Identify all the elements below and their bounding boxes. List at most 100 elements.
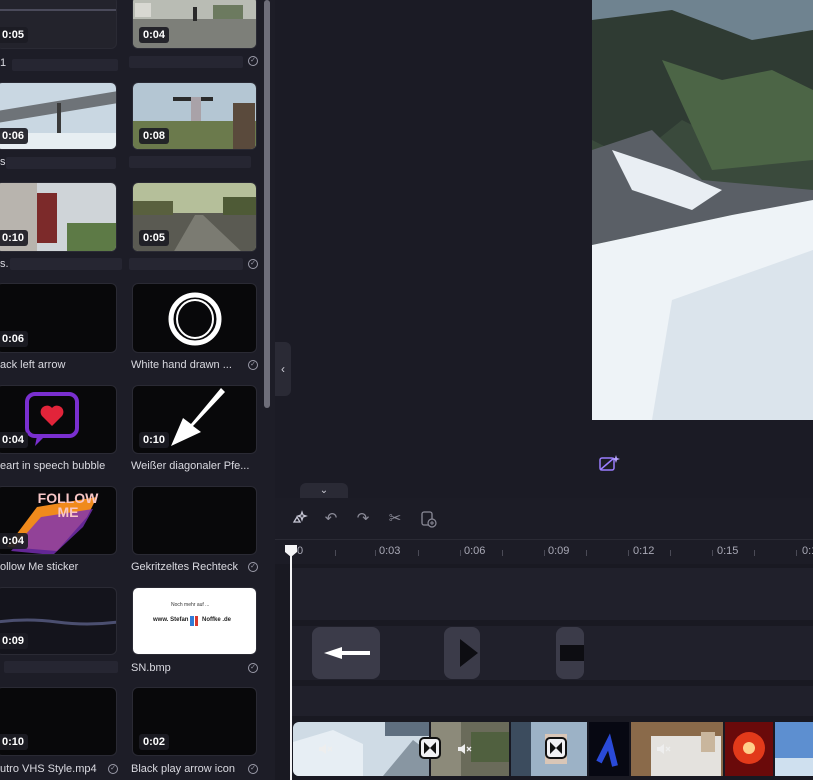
ruler-label: 0:12: [633, 545, 655, 557]
media-thumb[interactable]: 0:06: [0, 82, 117, 150]
playhead-handle-icon[interactable]: [284, 544, 298, 558]
caption-bar: [4, 661, 118, 673]
hand-drawn-circle-icon: [168, 292, 222, 346]
media-thumb[interactable]: 0:10: [0, 687, 117, 756]
media-caption: Weißer diagonaler Pfe...: [131, 460, 250, 472]
overlay-clip-arrow[interactable]: [312, 627, 380, 679]
media-thumb[interactable]: 0:04: [0, 385, 117, 454]
ruler-tick: [712, 550, 713, 556]
white-arrow-left-icon: [324, 647, 370, 659]
ruler-tick: [586, 550, 587, 556]
ruler-tick: [460, 550, 461, 556]
undo-icon[interactable]: ↶: [320, 508, 342, 530]
duration-badge: 0:10: [139, 432, 170, 448]
duration-badge: 0:06: [0, 331, 29, 347]
add-clip-icon[interactable]: [417, 508, 439, 530]
media-caption: Black play arrow icon: [131, 763, 235, 775]
checkmark-icon: ✓: [248, 360, 258, 370]
checkmark-icon: ✓: [248, 562, 258, 572]
timeline-track[interactable]: [290, 686, 813, 716]
logo-figure-icon: [190, 616, 198, 626]
collapse-library-button[interactable]: ‹: [275, 342, 291, 396]
media-thumb[interactable]: [132, 283, 257, 353]
video-clip[interactable]: [775, 722, 813, 776]
play-arrow-icon: [460, 639, 478, 667]
ruler-tick: [796, 550, 797, 556]
video-clip[interactable]: [631, 722, 723, 776]
overlay-clip-scribble[interactable]: [556, 627, 584, 679]
media-thumb[interactable]: 0:10: [0, 182, 117, 252]
media-thumb[interactable]: 0:05: [132, 182, 257, 252]
caption-bar: [129, 258, 243, 270]
duration-badge: 0:05: [139, 230, 170, 246]
caption-bar: [10, 258, 122, 270]
ruler-label: 0:06: [464, 545, 486, 557]
clip-thumb-sky: [775, 722, 813, 776]
redo-icon[interactable]: ↷: [352, 508, 374, 530]
media-thumb[interactable]: FOLLOW ME 0:04: [0, 486, 117, 555]
library-scrollbar[interactable]: [264, 0, 270, 408]
timeline-track[interactable]: [290, 568, 813, 620]
duration-badge: 0:10: [0, 734, 29, 750]
ruler-label: 0:15: [717, 545, 739, 557]
media-caption: SN.bmp: [131, 662, 171, 674]
checkmark-icon: ✓: [248, 56, 258, 66]
ruler-tick: [335, 550, 336, 556]
clip-thumb-dark-blue: [589, 722, 629, 776]
ruler-label: 0:1: [802, 545, 813, 557]
duration-badge: 0:10: [0, 230, 29, 246]
media-caption: eart in speech bubble: [0, 460, 106, 472]
scissors-icon[interactable]: ✂: [384, 508, 406, 530]
video-clip[interactable]: [725, 722, 773, 776]
scribble-rectangle-icon: [560, 645, 584, 661]
timeline-toggle-button[interactable]: ⌄: [300, 483, 348, 498]
media-thumb[interactable]: 0:10: [132, 385, 257, 454]
transition-icon[interactable]: [419, 737, 441, 759]
editor-root: 0:05 1 0:04 ✓ 0:06 s 0:08 0:10 s. 0:05 ✓…: [0, 0, 813, 780]
duration-badge: 0:06: [0, 128, 29, 144]
ruler-tick: [502, 550, 503, 556]
muted-audio-icon[interactable]: [317, 742, 333, 756]
ruler-label: 0:09: [548, 545, 570, 557]
checkmark-icon: ✓: [108, 764, 118, 774]
media-caption: Gekritzeltes Rechteck: [131, 561, 238, 573]
media-thumb[interactable]: 0:02: [132, 687, 257, 756]
timeline-toolbar: ↶ ↷ ✂: [275, 498, 813, 540]
media-thumb[interactable]: 0:05: [0, 0, 117, 49]
duration-badge: 0:02: [139, 734, 170, 750]
caption-bar: [129, 56, 243, 68]
media-thumb[interactable]: 0:06: [0, 283, 117, 353]
muted-audio-icon[interactable]: [655, 742, 671, 756]
video-clip[interactable]: [589, 722, 629, 776]
overlay-clip-play-arrow[interactable]: [444, 627, 480, 679]
media-caption: White hand drawn ...: [131, 359, 232, 371]
caption-bar: [6, 157, 116, 169]
checkmark-icon: ✓: [248, 764, 258, 774]
ruler-tick: [418, 550, 419, 556]
media-caption: utro VHS Style.mp4: [0, 763, 97, 775]
media-thumb[interactable]: [132, 486, 257, 555]
playhead-line[interactable]: [290, 552, 292, 780]
ruler-tick: [375, 550, 376, 556]
checkmark-icon: ✓: [248, 663, 258, 673]
clip-thumb-desk: [631, 722, 723, 776]
magic-wand-icon[interactable]: [288, 508, 310, 530]
media-thumb[interactable]: 0:08: [132, 82, 257, 150]
duration-badge: 0:05: [0, 27, 29, 43]
media-thumb[interactable]: 0:09: [0, 587, 117, 655]
duration-badge: 0:04: [139, 27, 170, 43]
ai-sparkle-camera-icon[interactable]: [599, 453, 621, 473]
preview-image-mountain: [592, 0, 813, 420]
media-thumb[interactable]: 0:04: [132, 0, 257, 49]
media-caption: ack left arrow: [0, 359, 66, 371]
transition-icon[interactable]: [545, 737, 567, 759]
video-preview-frame[interactable]: [592, 0, 813, 420]
duration-badge: 0:04: [0, 432, 29, 448]
timeline-ruler[interactable]: 0 0:03 0:06 0:09 0:12 0:15 0:1: [275, 540, 813, 564]
media-thumb[interactable]: Noch mehr auf ... www. Stefan Noffke .de: [132, 587, 257, 655]
duration-badge: 0:08: [139, 128, 170, 144]
clip-thumb-red-flare: [725, 722, 773, 776]
video-clip[interactable]: [293, 722, 429, 776]
muted-audio-icon[interactable]: [456, 742, 472, 756]
caption-bar: [129, 156, 251, 168]
